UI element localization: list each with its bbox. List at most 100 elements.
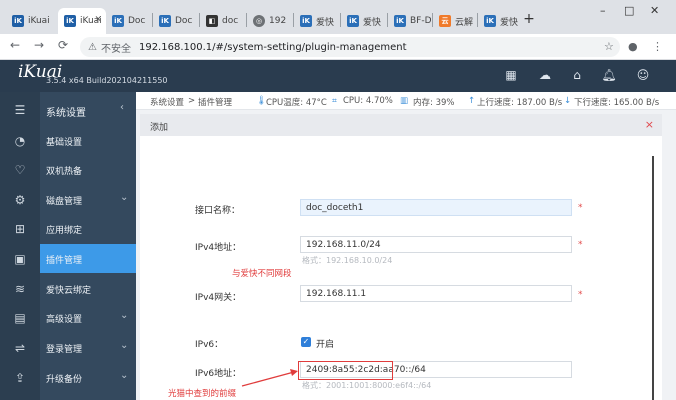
upload-arrow-icon: ↑: [468, 96, 476, 106]
chevron-down-icon: ⌄: [120, 340, 129, 351]
breadcrumb-current: 插件管理: [198, 98, 233, 108]
chevron-down-icon: ⌄: [120, 370, 129, 381]
sidebar-item-cloud-binding[interactable]: ≋ 爱快云绑定: [0, 274, 136, 303]
forward-arrow-icon[interactable]: →: [34, 38, 44, 52]
sidebar-item-label: 基础设置: [46, 138, 83, 148]
browser-tab[interactable]: iK Doc: [153, 8, 199, 34]
tab-label: 云解: [455, 17, 474, 28]
tab-label: 爱快: [316, 17, 335, 28]
not-secure-label: 不安全: [100, 43, 131, 55]
ikuai-icon: iK: [394, 15, 406, 27]
iface-name-input[interactable]: doc_doceth1: [300, 199, 572, 216]
collapse-menu-icon[interactable]: ☰: [0, 95, 40, 124]
sidebar-item-upgrade-backup[interactable]: ⇪ 升级备份 ⌄: [0, 363, 136, 392]
reload-icon[interactable]: ⟳: [58, 38, 68, 52]
settings-panel-icon: ▤: [14, 310, 26, 325]
url-text[interactable]: 192.168.100.1/#/system-setting/plugin-ma…: [139, 42, 407, 53]
bell-icon[interactable]: 🔔︎: [601, 68, 617, 82]
wifi-icon: ≋: [14, 281, 26, 296]
sidebar-item-basic-settings[interactable]: ◔ 基础设置: [0, 126, 136, 155]
ikuai-icon: iK: [12, 15, 24, 27]
tab-label: 192: [269, 16, 287, 26]
browser-tab[interactable]: iK BF-D: [388, 8, 432, 34]
ipv4-gateway-input[interactable]: 192.168.11.1: [300, 285, 572, 302]
ipv6-enable-checkbox[interactable]: ✓: [301, 337, 311, 347]
ipv4-address-input[interactable]: 192.168.11.0/24: [300, 236, 572, 253]
sidebar-item-label: 双机热备: [46, 167, 83, 177]
profile-icon[interactable]: ●: [628, 40, 638, 53]
apps-grid-icon[interactable]: ▦: [503, 68, 519, 82]
browser-toolbar: ← → ⟳ ⚠ 不安全 192.168.100.1/#/system-setti…: [0, 34, 676, 60]
address-bar[interactable]: ⚠ 不安全 192.168.100.1/#/system-setting/plu…: [80, 37, 620, 57]
sidebar-item-label: 升级备份: [46, 375, 83, 385]
gear-icon: ⚙: [14, 192, 26, 207]
sidebar-item-label: 磁盘管理: [46, 197, 83, 207]
tab-label: doc: [222, 16, 239, 26]
sidebar-item-label: 登录管理: [46, 345, 83, 355]
chevron-left-icon: ‹: [120, 102, 124, 113]
minimize-button[interactable]: –: [600, 4, 606, 17]
sidebar-section-label: 系统设置: [46, 108, 86, 119]
cpu-icon: ⌗: [332, 96, 337, 106]
ipv6-enable-label: 开启: [316, 340, 335, 350]
browser-tab[interactable]: iK iKuai: [6, 8, 56, 34]
tab-label: 爱快: [500, 17, 518, 28]
browser-tab[interactable]: iK 爱快: [478, 8, 518, 34]
sidebar-item-login-management[interactable]: ⇌ 登录管理 ⌄: [0, 333, 136, 362]
browser-tab[interactable]: ◎ 192: [247, 8, 293, 34]
user-icon[interactable]: ☺: [635, 68, 651, 82]
chevron-down-icon: ⌄: [120, 192, 129, 203]
sidebar-item-plugin-management[interactable]: ▣ 插件管理: [0, 244, 136, 273]
heartbeat-icon: ♡: [14, 162, 26, 177]
tab-close-icon[interactable]: ✕: [94, 15, 102, 25]
annotation-prefix-note: 光猫中查到的前缀: [168, 389, 237, 399]
memory-usage: 内存: 39%: [413, 98, 455, 108]
breadcrumb-separator: >: [188, 96, 196, 106]
docker-icon: ◧: [206, 15, 218, 27]
tab-label: BF-D: [410, 16, 432, 26]
cpu-usage: CPU: 4.70%: [343, 96, 393, 106]
home-icon[interactable]: ⌂: [569, 68, 585, 82]
browser-tab[interactable]: iK 爱快: [341, 8, 387, 34]
browser-tab[interactable]: 云 云解: [433, 8, 477, 34]
sidebar-item-label: 插件管理: [46, 256, 83, 266]
iface-name-label: 接口名称：: [195, 206, 241, 216]
upgrade-icon: ⇪: [14, 370, 26, 385]
browser-tab-active[interactable]: iK iKuai ✕: [58, 8, 106, 34]
sidebar-item-advanced-settings[interactable]: ▤ 高级设置 ⌄: [0, 303, 136, 332]
menu-dots-icon[interactable]: ⋮: [652, 40, 663, 53]
cloud-icon[interactable]: ☁: [537, 68, 553, 82]
browser-tab[interactable]: ◧ doc: [200, 8, 246, 34]
scrollbar[interactable]: [652, 156, 654, 400]
back-arrow-icon[interactable]: ←: [10, 38, 20, 52]
sidebar-item-app-binding[interactable]: ⊞ 应用绑定: [0, 214, 136, 243]
ikuai-icon: iK: [64, 15, 76, 27]
sidebar-section-system-settings[interactable]: ☰ 系统设置 ‹: [0, 95, 136, 124]
close-icon[interactable]: ×: [645, 118, 654, 131]
cloud-icon: 云: [439, 15, 451, 27]
tab-label: iKuai: [28, 16, 50, 26]
network-icon: ⊞: [14, 221, 26, 236]
ipv6-format-hint: 格式：2001:1001:8000:e6f4::/64: [302, 381, 432, 390]
maximize-button[interactable]: □: [624, 4, 634, 17]
browser-tab[interactable]: iK 爱快: [294, 8, 340, 34]
ikuai-icon: iK: [112, 15, 124, 27]
close-window-button[interactable]: ✕: [650, 4, 659, 17]
cpu-temp: CPU温度: 47°C: [266, 98, 327, 108]
sidebar-item-hot-standby[interactable]: ♡ 双机热备: [0, 155, 136, 184]
ipv4-address-label: IPv4地址：: [195, 243, 242, 253]
ikuai-icon: iK: [300, 15, 312, 27]
sidebar-item-label: 爱快云绑定: [46, 286, 92, 296]
build-version: 3.5.4 x64 Build202104211550: [46, 76, 168, 85]
tab-label: 爱快: [363, 17, 382, 28]
browser-tab[interactable]: iK Doc: [106, 8, 152, 34]
new-tab-button[interactable]: +: [520, 10, 538, 28]
gauge-icon: ◔: [14, 133, 26, 148]
breadcrumb-parent[interactable]: 系统设置: [150, 96, 184, 108]
ikuai-icon: iK: [159, 15, 171, 27]
star-icon[interactable]: ☆: [604, 40, 614, 53]
chevron-down-icon: ⌄: [120, 310, 129, 321]
annotation-highlight-box: [298, 361, 393, 380]
dialog-header: 添加 ×: [140, 114, 662, 136]
sidebar-item-disk-management[interactable]: ⚙ 磁盘管理 ⌄: [0, 185, 136, 214]
